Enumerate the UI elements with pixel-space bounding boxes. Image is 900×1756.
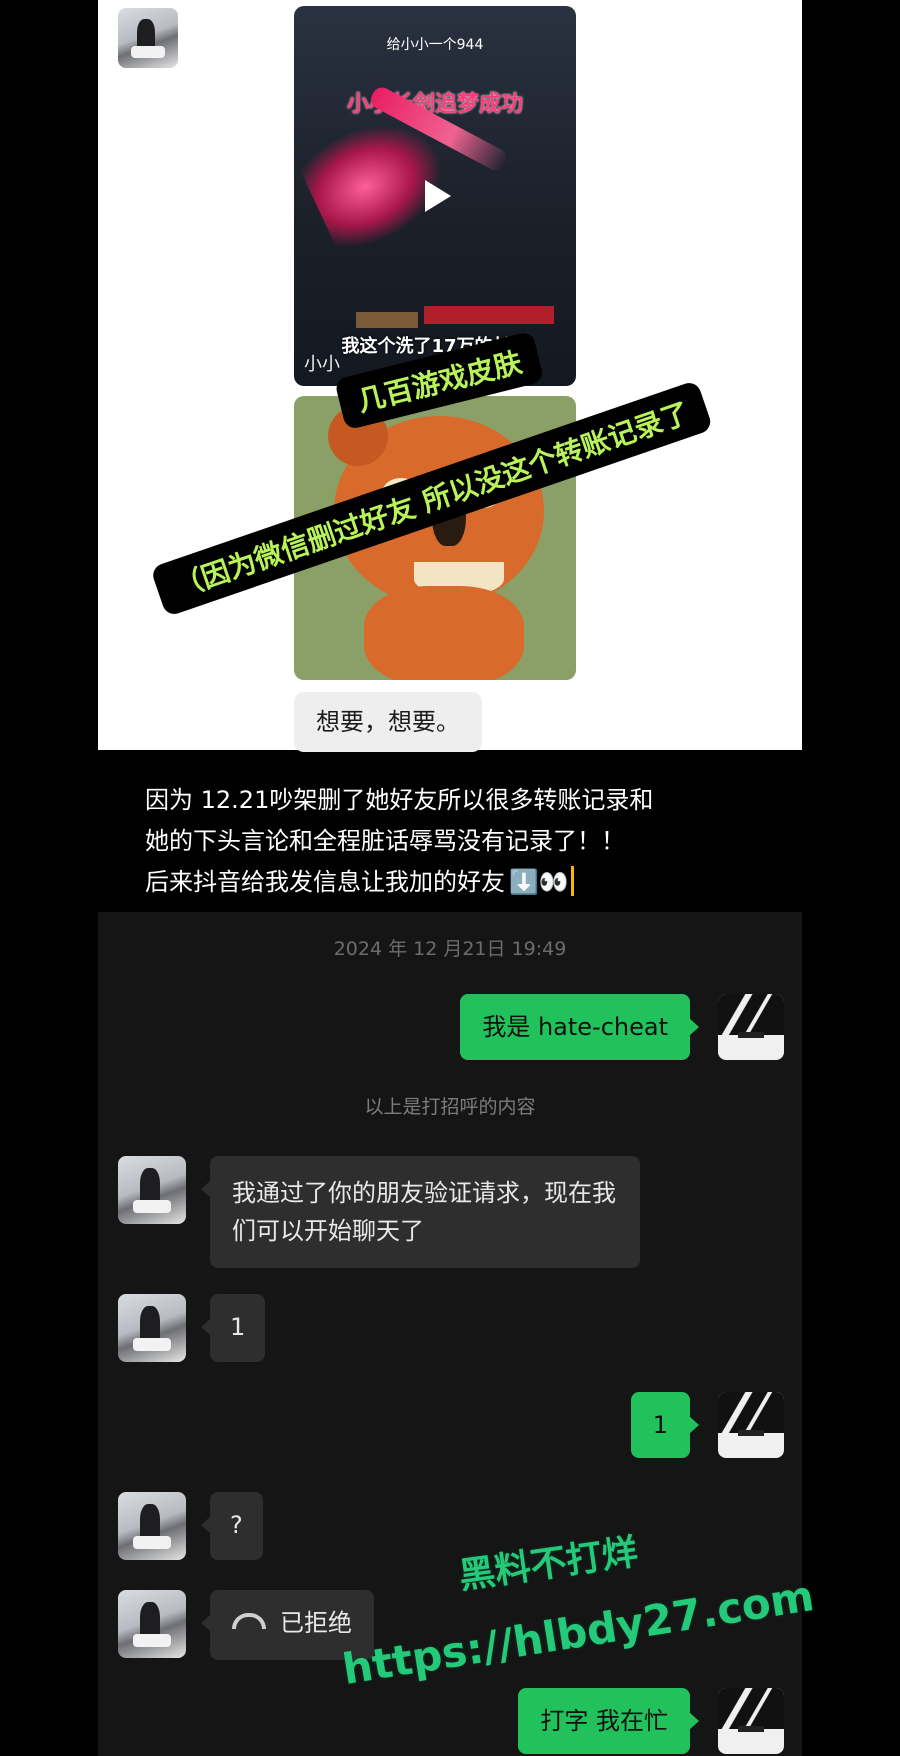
note-line-text: 后来抖音给我发信息让我加的好友	[145, 868, 505, 896]
self-avatar[interactable]	[718, 994, 784, 1060]
contact-avatar[interactable]	[118, 1294, 186, 1362]
phone-hangup-icon	[232, 1613, 266, 1629]
contact-avatar[interactable]	[118, 1156, 186, 1224]
system-notice: 以上是打招呼的内容	[364, 1096, 536, 1118]
chat-timestamp: 2024 年 12 月21日 19:49	[333, 938, 567, 960]
sticker-body	[364, 586, 524, 680]
message-bubble-incoming[interactable]: 我通过了你的朋友验证请求，现在我们可以开始聊天了	[201, 1156, 640, 1268]
note-line: 她的下头言论和全程脏话辱骂没有记录了！！	[145, 827, 625, 855]
contact-avatar[interactable]	[118, 1590, 186, 1658]
message-bubble-outgoing[interactable]: 打字 我在忙	[518, 1688, 699, 1754]
game-button-right	[424, 306, 554, 324]
message-bubble-incoming[interactable]: 想要，想要。	[294, 692, 482, 752]
game-button-left	[356, 312, 418, 328]
text-caret	[570, 866, 574, 896]
message-bubble-incoming[interactable]: ?	[201, 1492, 263, 1560]
self-avatar[interactable]	[718, 1392, 784, 1458]
message-bubble-incoming[interactable]: 1	[200, 1294, 266, 1362]
contact-avatar[interactable]	[118, 8, 178, 68]
video-message[interactable]: 给小小一个944 小小长剑追梦成功 我这个洗了17万的长剑 小小	[294, 6, 576, 386]
note-line: 因为 12.21吵架删了她好友所以很多转账记录和	[145, 786, 654, 814]
video-title-text: 小小长剑追梦成功	[346, 92, 523, 117]
contact-avatar[interactable]	[118, 1492, 186, 1560]
call-status-text: 已拒绝	[280, 1609, 352, 1637]
message-bubble-outgoing[interactable]: 我是 hate-cheat	[460, 994, 699, 1060]
video-header-text: 给小小一个944	[386, 37, 484, 53]
message-bubble-outgoing[interactable]: 1	[630, 1392, 700, 1458]
video-username: 小小	[304, 354, 340, 375]
self-avatar[interactable]	[718, 1688, 784, 1754]
note-line: 后来抖音给我发信息让我加的好友 ⬇️👀	[145, 862, 785, 903]
down-arrow-eyes-icon: ⬇️👀	[509, 868, 569, 896]
play-icon[interactable]	[413, 174, 457, 218]
explanation-note: 因为 12.21吵架删了她好友所以很多转账记录和 她的下头言论和全程脏话辱骂没有…	[145, 780, 785, 903]
